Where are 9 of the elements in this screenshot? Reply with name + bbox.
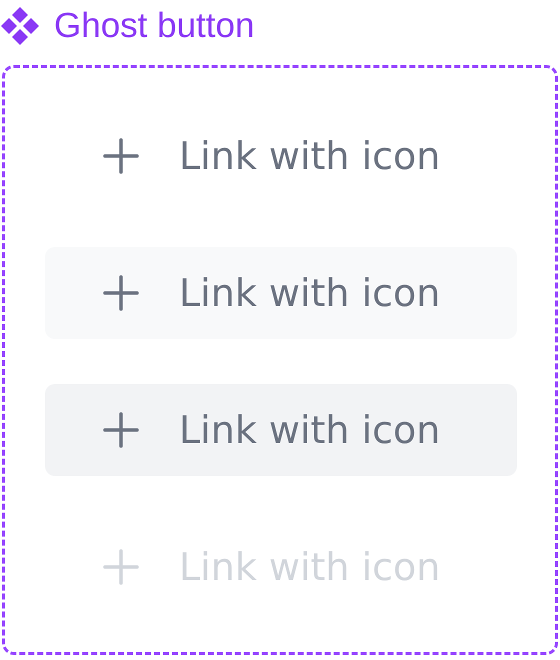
plus-icon bbox=[103, 412, 139, 448]
plus-icon bbox=[103, 275, 139, 311]
plus-icon bbox=[103, 549, 139, 585]
component-set-title: Ghost button bbox=[54, 6, 254, 46]
ghost-button[interactable]: Link with icon bbox=[45, 384, 517, 476]
ghost-button[interactable]: Link with icon bbox=[45, 110, 517, 202]
plus-icon bbox=[103, 138, 139, 174]
ghost-button[interactable]: Link with icon bbox=[45, 247, 517, 339]
component-set-icon bbox=[0, 6, 40, 46]
